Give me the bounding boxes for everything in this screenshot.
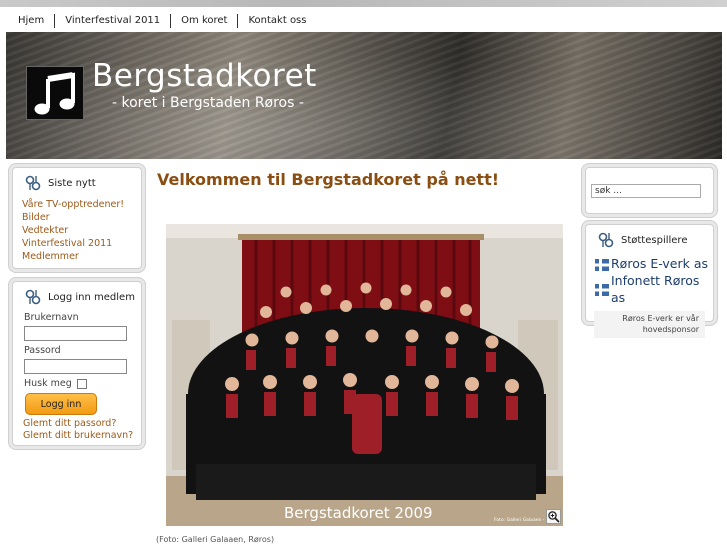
news-link-vinterfestival[interactable]: Vinterfestival 2011	[22, 237, 141, 250]
music-notes-icon[interactable]	[26, 66, 84, 120]
sponsor-link-roros-everk[interactable]: Røros E-verk as	[586, 255, 713, 272]
sponsor-link-infonett[interactable]: Infonett Røros as	[586, 272, 713, 306]
forgot-username-link[interactable]: Glemt ditt brukernavn?	[13, 430, 141, 442]
choir-photo[interactable]: Bergstadkoret 2009 Foto: Galleri Galaaen…	[166, 224, 563, 526]
site-header: Bergstadkoret - koret i Bergstaden Røros…	[6, 32, 722, 159]
forgot-password-link[interactable]: Glemt ditt passord?	[13, 418, 141, 430]
sponsor-note: Røros E-verk er vår hovedsponsor	[594, 311, 705, 338]
news-link-medlemmer[interactable]: Medlemmer	[22, 250, 141, 263]
nav-item-hjem[interactable]: Hjem	[6, 14, 54, 28]
remember-me-checkbox[interactable]	[76, 378, 87, 389]
flag-icon	[595, 258, 609, 271]
news-link-vedtekter[interactable]: Vedtekter	[22, 224, 141, 237]
password-label: Passord	[24, 345, 61, 356]
news-link-tv[interactable]: Våre TV-opptredener!	[22, 198, 141, 211]
news-list: Våre TV-opptredener! Bilder Vedtekter Vi…	[13, 192, 141, 263]
username-label: Brukernavn	[24, 312, 79, 323]
sponsor-label-roros-everk: Røros E-verk as	[611, 256, 709, 271]
nav-item-om-koret[interactable]: Om koret	[170, 14, 237, 28]
sponsors-panel: Støttespillere Røros E-verk as Infonett …	[585, 224, 714, 338]
site-title[interactable]: Bergstadkoret	[92, 58, 317, 94]
photo-overlay-title: Bergstadkoret 2009	[284, 504, 433, 522]
page-title: Velkommen til Bergstadkoret på nett!	[157, 170, 500, 189]
site-subtitle: - koret i Bergstaden Røros -	[112, 95, 304, 111]
news-panel-heading: Siste nytt	[48, 177, 96, 189]
username-field[interactable]	[24, 326, 127, 341]
password-field[interactable]	[24, 359, 127, 374]
sponsor-label-infonett: Infonett Røros as	[611, 273, 700, 305]
news-panel-title: Siste nytt	[13, 168, 141, 192]
module-icon	[598, 232, 615, 248]
remember-me-label: Husk meg	[24, 378, 72, 389]
news-panel: Siste nytt Våre TV-opptredener! Bilder V…	[12, 167, 142, 269]
news-link-bilder[interactable]: Bilder	[22, 211, 141, 224]
search-input[interactable]	[591, 184, 701, 198]
module-icon	[25, 175, 42, 191]
sponsors-panel-title: Støttespillere	[586, 225, 713, 249]
sponsors-panel-heading: Støttespillere	[621, 234, 688, 246]
zoom-in-icon[interactable]	[546, 509, 561, 524]
top-navigation: Hjem Vinterfestival 2011 Om koret Kontak…	[6, 10, 316, 32]
module-icon	[25, 289, 42, 305]
top-strip	[0, 0, 727, 7]
remember-me-row: Husk meg	[13, 378, 141, 389]
login-panel: Logg inn medlem Brukernavn Passord Husk …	[12, 281, 142, 446]
login-button[interactable]: Logg inn	[25, 393, 97, 415]
choir-photo-image: Bergstadkoret 2009 Foto: Galleri Galaaen…	[166, 224, 563, 526]
login-panel-title: Logg inn medlem	[13, 282, 141, 306]
nav-item-vinterfestival[interactable]: Vinterfestival 2011	[54, 14, 170, 28]
nav-item-kontakt-oss[interactable]: Kontakt oss	[237, 14, 316, 28]
flag-icon	[595, 283, 609, 296]
photo-caption: (Foto: Galleri Galaaen, Røros)	[156, 535, 275, 544]
login-panel-heading: Logg inn medlem	[48, 291, 135, 303]
